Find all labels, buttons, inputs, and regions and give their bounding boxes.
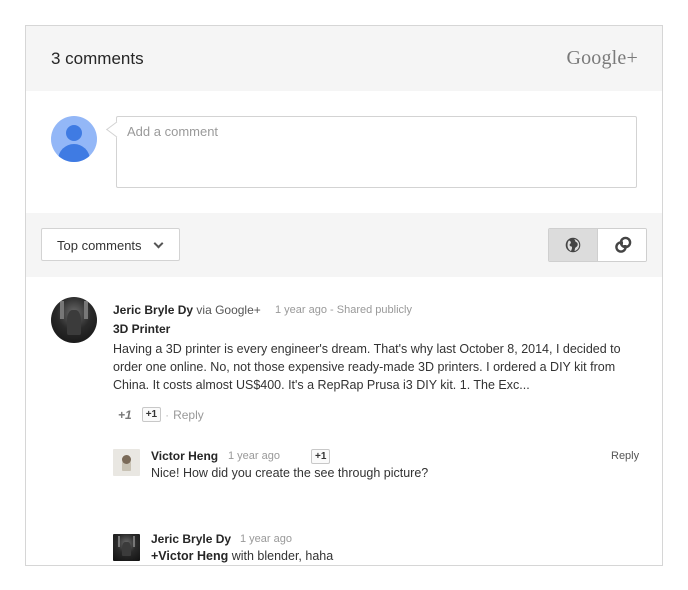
comments-widget: 3 comments Google+ Add a comment Top com… (25, 25, 663, 566)
reply-time[interactable]: 1 year ago (228, 450, 280, 462)
reply-text-content: with blender, haha (228, 549, 334, 563)
link-icon (614, 236, 631, 253)
author-avatar[interactable] (51, 297, 97, 343)
avatar-head-shape (66, 125, 82, 141)
action-separator: · (165, 407, 170, 422)
reply-avatar[interactable] (113, 534, 140, 561)
reply-plus-one-button[interactable]: +1 (311, 449, 331, 464)
plus-one-button[interactable]: +1 (141, 407, 162, 422)
sort-dropdown[interactable]: Top comments (41, 228, 180, 261)
avatar-figure (122, 541, 131, 557)
google-plus-logo[interactable]: Google+ (566, 47, 638, 70)
avatar-photo-detail (132, 536, 136, 547)
meta-separator: - (330, 304, 334, 316)
mention-link[interactable]: +Victor Heng (151, 549, 228, 563)
reply-button[interactable]: Reply (173, 408, 204, 422)
post-body: Having a 3D printer is every engineer's … (113, 342, 621, 392)
post-visibility: Shared publicly (336, 304, 412, 316)
plus-one-count: +1 (118, 407, 132, 422)
post-meta: 1 year ago - Shared publicly (275, 304, 412, 316)
post-author-name[interactable]: Jeric Bryle Dy (113, 303, 193, 317)
reply-author[interactable]: Victor Heng (151, 449, 218, 463)
avatar-photo-detail (84, 300, 88, 320)
reply-avatar[interactable] (113, 449, 140, 476)
comments-toolbar: Top comments (26, 213, 662, 277)
reply-author[interactable]: Jeric Bryle Dy (151, 532, 231, 546)
comment-count-title: 3 comments (51, 49, 144, 68)
post-title[interactable]: 3D Printer (113, 322, 170, 336)
reply-time[interactable]: 1 year ago (240, 533, 292, 545)
avatar-face (122, 455, 131, 464)
reply-text: +Victor Heng with blender, haha (151, 549, 333, 563)
post-time[interactable]: 1 year ago (275, 304, 327, 316)
view-toggle-group (548, 228, 647, 262)
globe-icon (565, 237, 581, 253)
public-view-button[interactable] (549, 229, 598, 261)
compose-area: Add a comment (26, 91, 662, 213)
post-via: via Google+ (196, 303, 261, 317)
sort-label: Top comments (57, 238, 142, 253)
reply-text: Nice! How did you create the see through… (151, 466, 429, 480)
add-comment-input[interactable]: Add a comment (116, 116, 637, 188)
reply-button[interactable]: Reply (611, 450, 639, 462)
post-author[interactable]: Jeric Bryle Dy via Google+ (113, 303, 261, 317)
avatar-body-shape (58, 144, 90, 162)
post-actions: +1 +1 · Reply (118, 407, 204, 422)
comments-header: 3 comments Google+ (26, 26, 662, 91)
circles-view-button[interactable] (598, 229, 646, 261)
avatar-photo-detail (117, 536, 121, 547)
user-avatar (51, 116, 97, 162)
avatar-figure (67, 309, 81, 336)
avatar-photo-detail (60, 300, 64, 320)
chevron-down-icon (153, 238, 164, 249)
